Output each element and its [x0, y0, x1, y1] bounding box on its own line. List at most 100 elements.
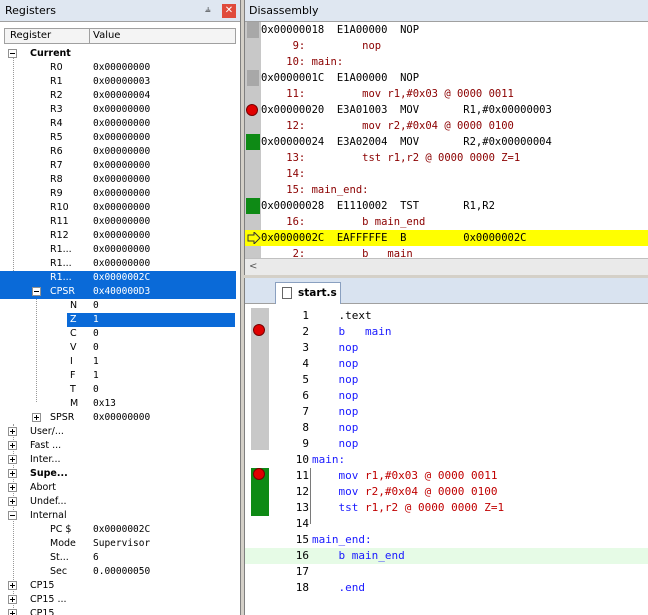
source-line[interactable]: 4 nop: [245, 356, 648, 372]
source-line[interactable]: 12 mov r2,#0x04 @ 0000 0100: [245, 484, 648, 500]
collapse-icon[interactable]: [8, 49, 17, 58]
expand-icon[interactable]: [8, 455, 17, 464]
code-token: tst: [312, 501, 365, 514]
internal-item[interactable]: Sec 0.00000050: [0, 565, 236, 579]
source-line[interactable]: 3 nop: [245, 340, 648, 356]
collapse-icon[interactable]: [8, 511, 17, 520]
group-current[interactable]: Current: [0, 47, 236, 61]
internal-item[interactable]: St... 6: [0, 551, 236, 565]
register-cpsr[interactable]: CPSR 0x400000D3: [0, 285, 236, 299]
disassembly-line[interactable]: 12: mov r2,#0x04 @ 0000 0100: [261, 118, 648, 134]
register-row[interactable]: R3 0x00000000: [0, 103, 236, 117]
disassembly-line[interactable]: 13: tst r1,r2 @ 0000 0000 Z=1: [261, 150, 648, 166]
register-row[interactable]: R12 0x00000000: [0, 229, 236, 243]
expand-icon[interactable]: [8, 609, 17, 615]
source-line[interactable]: 15 main_end:: [245, 532, 648, 548]
breakpoint-icon[interactable]: [246, 104, 258, 116]
expand-icon[interactable]: [8, 441, 17, 450]
source-line[interactable]: 1 .text: [245, 308, 648, 324]
close-icon[interactable]: ✕: [222, 4, 236, 18]
cpsr-flag-v[interactable]: V0: [0, 341, 236, 355]
register-row[interactable]: R2 0x00000004: [0, 89, 236, 103]
expand-icon[interactable]: [8, 427, 17, 436]
cpsr-flag-i[interactable]: I1: [0, 355, 236, 369]
disassembly-line[interactable]: 10: main:: [261, 54, 648, 70]
expand-icon[interactable]: [8, 595, 17, 604]
register-row[interactable]: R1... 0x00000000: [0, 257, 236, 271]
source-line[interactable]: 8 nop: [245, 420, 648, 436]
source-line[interactable]: 11 mov r1,#0x03 @ 0000 0011: [245, 468, 648, 484]
internal-item[interactable]: PC $ 0x0000002C: [0, 523, 236, 537]
register-group[interactable]: Inter...: [0, 453, 236, 467]
register-group[interactable]: Abort: [0, 481, 236, 495]
source-line[interactable]: 5 nop: [245, 372, 648, 388]
source-line[interactable]: 2 b main: [245, 324, 648, 340]
expand-icon[interactable]: [8, 581, 17, 590]
group-internal[interactable]: Internal: [0, 509, 236, 523]
source-line[interactable]: 6 nop: [245, 388, 648, 404]
register-row[interactable]: R1... 0x00000000: [0, 243, 236, 257]
collapse-icon[interactable]: [32, 287, 41, 296]
disassembly-line[interactable]: 15: main_end:: [261, 182, 648, 198]
cpsr-flag-t[interactable]: T0: [0, 383, 236, 397]
disassembly-line[interactable]: 11: mov r1,#0x03 @ 0000 0011: [261, 86, 648, 102]
disassembly-line[interactable]: 0x00000020 E3A01003 MOV R1,#0x00000003: [261, 102, 648, 118]
disassembly-line[interactable]: 0x0000002C EAFFFFFE B 0x0000002C: [261, 230, 648, 246]
register-row[interactable]: R7 0x00000000: [0, 159, 236, 173]
register-row[interactable]: R4 0x00000000: [0, 117, 236, 131]
source-line[interactable]: 18 .end: [245, 580, 648, 596]
tab-start-s[interactable]: start.s: [275, 282, 341, 304]
cpsr-flag-f[interactable]: F1: [0, 369, 236, 383]
register-row[interactable]: R10 0x00000000: [0, 201, 236, 215]
register-row[interactable]: R9 0x00000000: [0, 187, 236, 201]
disassembly-gutter[interactable]: [245, 22, 261, 258]
register-row[interactable]: R6 0x00000000: [0, 145, 236, 159]
expand-icon[interactable]: [8, 469, 17, 478]
horizontal-scrollbar[interactable]: <: [245, 258, 648, 275]
register-group[interactable]: Fast ...: [0, 439, 236, 453]
expand-icon[interactable]: [32, 413, 41, 422]
code-token: main_end:: [312, 533, 372, 546]
source-line[interactable]: 13 tst r1,r2 @ 0000 0000 Z=1: [245, 500, 648, 516]
disassembly-line[interactable]: 14:: [261, 166, 648, 182]
disassembly-line[interactable]: 0x00000018 E1A00000 NOP: [261, 22, 648, 38]
register-group-cp15[interactable]: CP15 ...: [0, 593, 236, 607]
expand-icon[interactable]: [8, 497, 17, 506]
source-line[interactable]: 7 nop: [245, 404, 648, 420]
cpsr-flag-c[interactable]: C0: [0, 327, 236, 341]
register-group[interactable]: Supe...: [0, 467, 236, 481]
disassembly-line[interactable]: 0x00000024 E3A02004 MOV R2,#0x00000004: [261, 134, 648, 150]
register-row[interactable]: R5 0x00000000: [0, 131, 236, 145]
source-line[interactable]: 16 b main_end: [245, 548, 648, 564]
register-group[interactable]: Undef...: [0, 495, 236, 509]
register-row[interactable]: R0 0x00000000: [0, 61, 236, 75]
register-row[interactable]: R11 0x00000000: [0, 215, 236, 229]
register-row[interactable]: R8 0x00000000: [0, 173, 236, 187]
column-value[interactable]: Value: [93, 30, 120, 41]
register-name: N: [70, 300, 78, 311]
column-register[interactable]: Register: [10, 30, 51, 41]
register-group-cp15[interactable]: CP15: [0, 579, 236, 593]
cpsr-flag-z[interactable]: Z1: [67, 313, 235, 327]
disassembly-line[interactable]: 9: nop: [261, 38, 648, 54]
register-row[interactable]: R1 0x00000003: [0, 75, 236, 89]
register-group-cp15[interactable]: CP15: [0, 607, 236, 615]
disassembly-line[interactable]: 0x0000001C E1A00000 NOP: [261, 70, 648, 86]
cpsr-flag-n[interactable]: N0: [0, 299, 236, 313]
source-line[interactable]: 10 main:: [245, 452, 648, 468]
source-line[interactable]: 14: [245, 516, 648, 532]
source-line[interactable]: 17: [245, 564, 648, 580]
register-name: St...: [50, 552, 69, 563]
scroll-left-icon[interactable]: <: [249, 261, 257, 272]
pin-icon[interactable]: ⫨: [205, 4, 211, 15]
source-line[interactable]: 9 nop: [245, 436, 648, 452]
disassembly-line[interactable]: 0x00000028 E1110002 TST R1,R2: [261, 198, 648, 214]
disassembly-line[interactable]: 16: b main_end: [261, 214, 648, 230]
register-group[interactable]: User/...: [0, 425, 236, 439]
expand-icon[interactable]: [8, 483, 17, 492]
register-name: Undef...: [30, 496, 67, 507]
internal-item[interactable]: Mode Supervisor: [0, 537, 236, 551]
cpsr-flag-m[interactable]: M 0x13: [0, 397, 236, 411]
register-spsr[interactable]: SPSR 0x00000000: [0, 411, 236, 425]
register-row[interactable]: R1... 0x0000002C: [0, 271, 236, 285]
